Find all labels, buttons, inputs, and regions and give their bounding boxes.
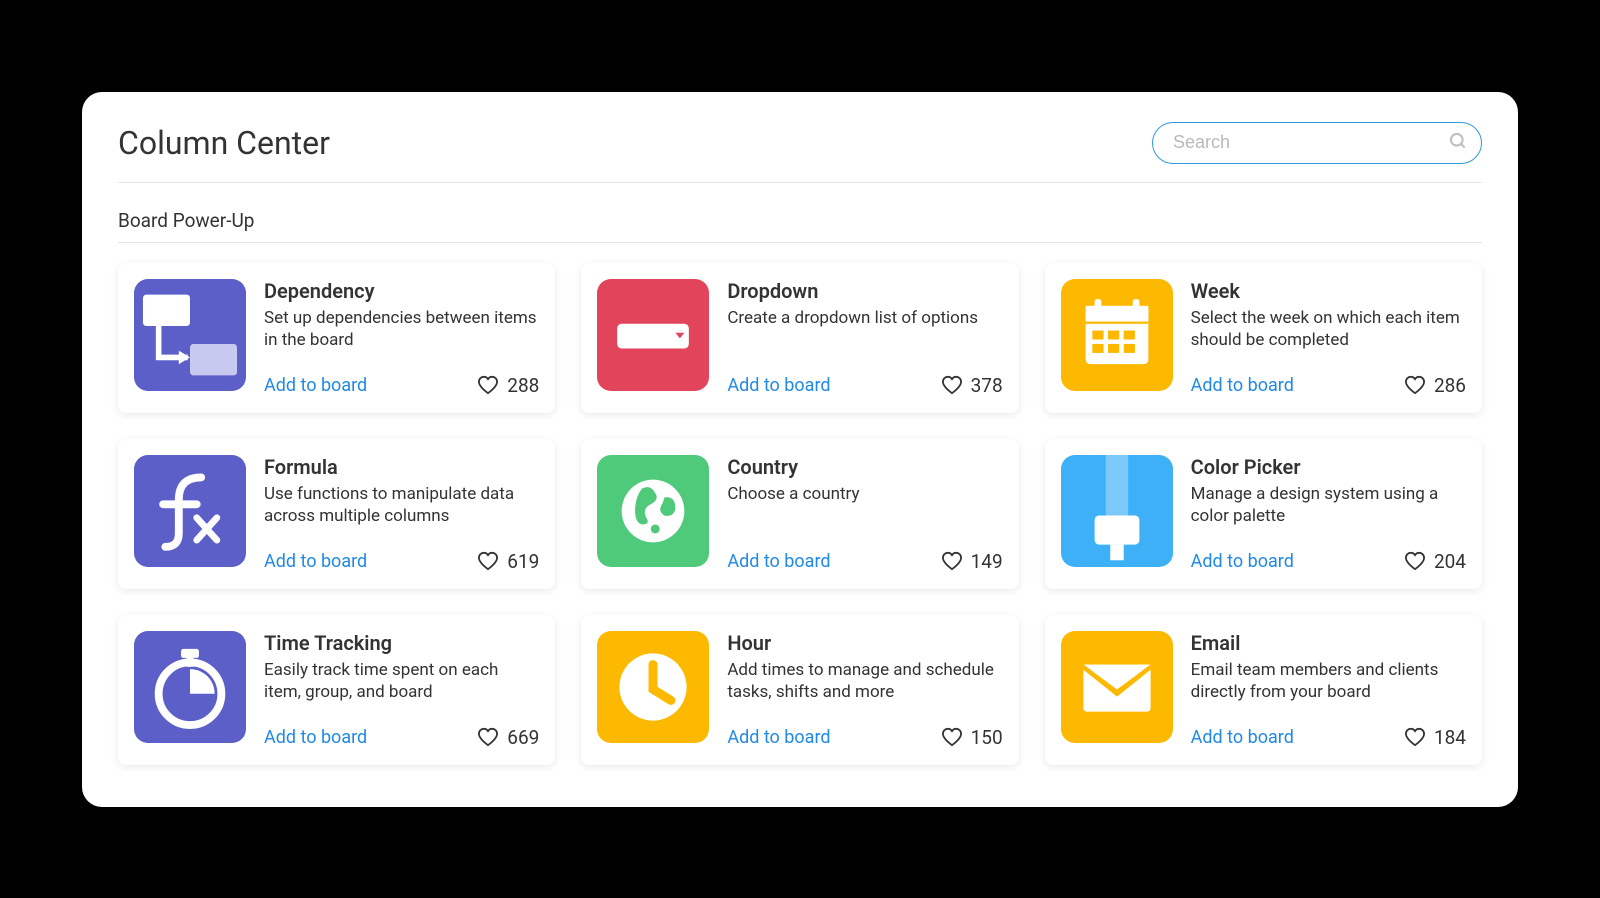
calendar-icon	[1061, 279, 1173, 391]
brush-icon	[1061, 455, 1173, 567]
card-hour[interactable]: Hour Add times to manage and schedule tas…	[581, 615, 1018, 765]
add-to-board-link[interactable]: Add to board	[264, 375, 367, 396]
like-count: 669	[507, 726, 539, 749]
heart-icon	[1404, 375, 1426, 395]
mail-icon	[1061, 631, 1173, 743]
card-description: Set up dependencies between items in the…	[264, 307, 539, 353]
globe-icon	[597, 455, 709, 567]
heart-icon	[941, 551, 963, 571]
dropdown-icon	[597, 279, 709, 391]
like-count: 149	[971, 550, 1003, 573]
likes[interactable]: 619	[477, 550, 539, 573]
likes[interactable]: 184	[1404, 726, 1466, 749]
heart-icon	[477, 551, 499, 571]
card-description: Create a dropdown list of options	[727, 307, 1002, 330]
formula-icon	[134, 455, 246, 567]
heart-icon	[941, 375, 963, 395]
card-title: Dropdown	[727, 279, 1002, 303]
card-dropdown[interactable]: Dropdown Create a dropdown list of option…	[581, 263, 1018, 413]
card-email[interactable]: Email Email team members and clients dire…	[1045, 615, 1482, 765]
header: Column Center	[118, 122, 1482, 183]
heart-icon	[941, 727, 963, 747]
add-to-board-link[interactable]: Add to board	[727, 727, 830, 748]
card-color-picker[interactable]: Color Picker Manage a design system using…	[1045, 439, 1482, 589]
add-to-board-link[interactable]: Add to board	[264, 551, 367, 572]
card-description: Select the week on which each item shoul…	[1191, 307, 1466, 353]
like-count: 286	[1434, 374, 1466, 397]
column-center-panel: Column Center Board Power-Up Dependency S…	[82, 92, 1518, 807]
card-time-tracking[interactable]: Time Tracking Easily track time spent on …	[118, 615, 555, 765]
add-to-board-link[interactable]: Add to board	[1191, 375, 1294, 396]
search-input[interactable]	[1152, 122, 1482, 164]
card-description: Easily track time spent on each item, gr…	[264, 659, 539, 705]
add-to-board-link[interactable]: Add to board	[264, 727, 367, 748]
heart-icon	[1404, 551, 1426, 571]
card-title: Color Picker	[1191, 455, 1466, 479]
stopwatch-icon	[134, 631, 246, 743]
add-to-board-link[interactable]: Add to board	[727, 375, 830, 396]
likes[interactable]: 204	[1404, 550, 1466, 573]
card-description: Manage a design system using a color pal…	[1191, 483, 1466, 529]
card-title: Hour	[727, 631, 1002, 655]
dependency-icon	[134, 279, 246, 391]
card-title: Time Tracking	[264, 631, 539, 655]
likes[interactable]: 288	[477, 374, 539, 397]
likes[interactable]: 150	[941, 726, 1003, 749]
heart-icon	[477, 375, 499, 395]
card-title: Country	[727, 455, 1002, 479]
like-count: 150	[971, 726, 1003, 749]
card-title: Dependency	[264, 279, 539, 303]
likes[interactable]: 669	[477, 726, 539, 749]
card-description: Email team members and clients directly …	[1191, 659, 1466, 705]
add-to-board-link[interactable]: Add to board	[1191, 551, 1294, 572]
card-description: Use functions to manipulate data across …	[264, 483, 539, 529]
clock-icon	[597, 631, 709, 743]
like-count: 619	[507, 550, 539, 573]
likes[interactable]: 286	[1404, 374, 1466, 397]
card-grid: Dependency Set up dependencies between it…	[118, 263, 1482, 765]
card-formula[interactable]: Formula Use functions to manipulate data …	[118, 439, 555, 589]
card-title: Week	[1191, 279, 1466, 303]
section-label: Board Power-Up	[118, 209, 1482, 243]
card-country[interactable]: Country Choose a country Add to board 149	[581, 439, 1018, 589]
add-to-board-link[interactable]: Add to board	[1191, 727, 1294, 748]
card-description: Add times to manage and schedule tasks, …	[727, 659, 1002, 705]
search-box	[1152, 122, 1482, 164]
card-week[interactable]: Week Select the week on which each item s…	[1045, 263, 1482, 413]
heart-icon	[1404, 727, 1426, 747]
like-count: 204	[1434, 550, 1466, 573]
search-icon	[1448, 131, 1468, 155]
add-to-board-link[interactable]: Add to board	[727, 551, 830, 572]
card-title: Formula	[264, 455, 539, 479]
likes[interactable]: 378	[941, 374, 1003, 397]
likes[interactable]: 149	[941, 550, 1003, 573]
like-count: 288	[507, 374, 539, 397]
like-count: 184	[1434, 726, 1466, 749]
card-title: Email	[1191, 631, 1466, 655]
page-title: Column Center	[118, 124, 330, 162]
card-dependency[interactable]: Dependency Set up dependencies between it…	[118, 263, 555, 413]
like-count: 378	[971, 374, 1003, 397]
card-description: Choose a country	[727, 483, 1002, 506]
heart-icon	[477, 727, 499, 747]
